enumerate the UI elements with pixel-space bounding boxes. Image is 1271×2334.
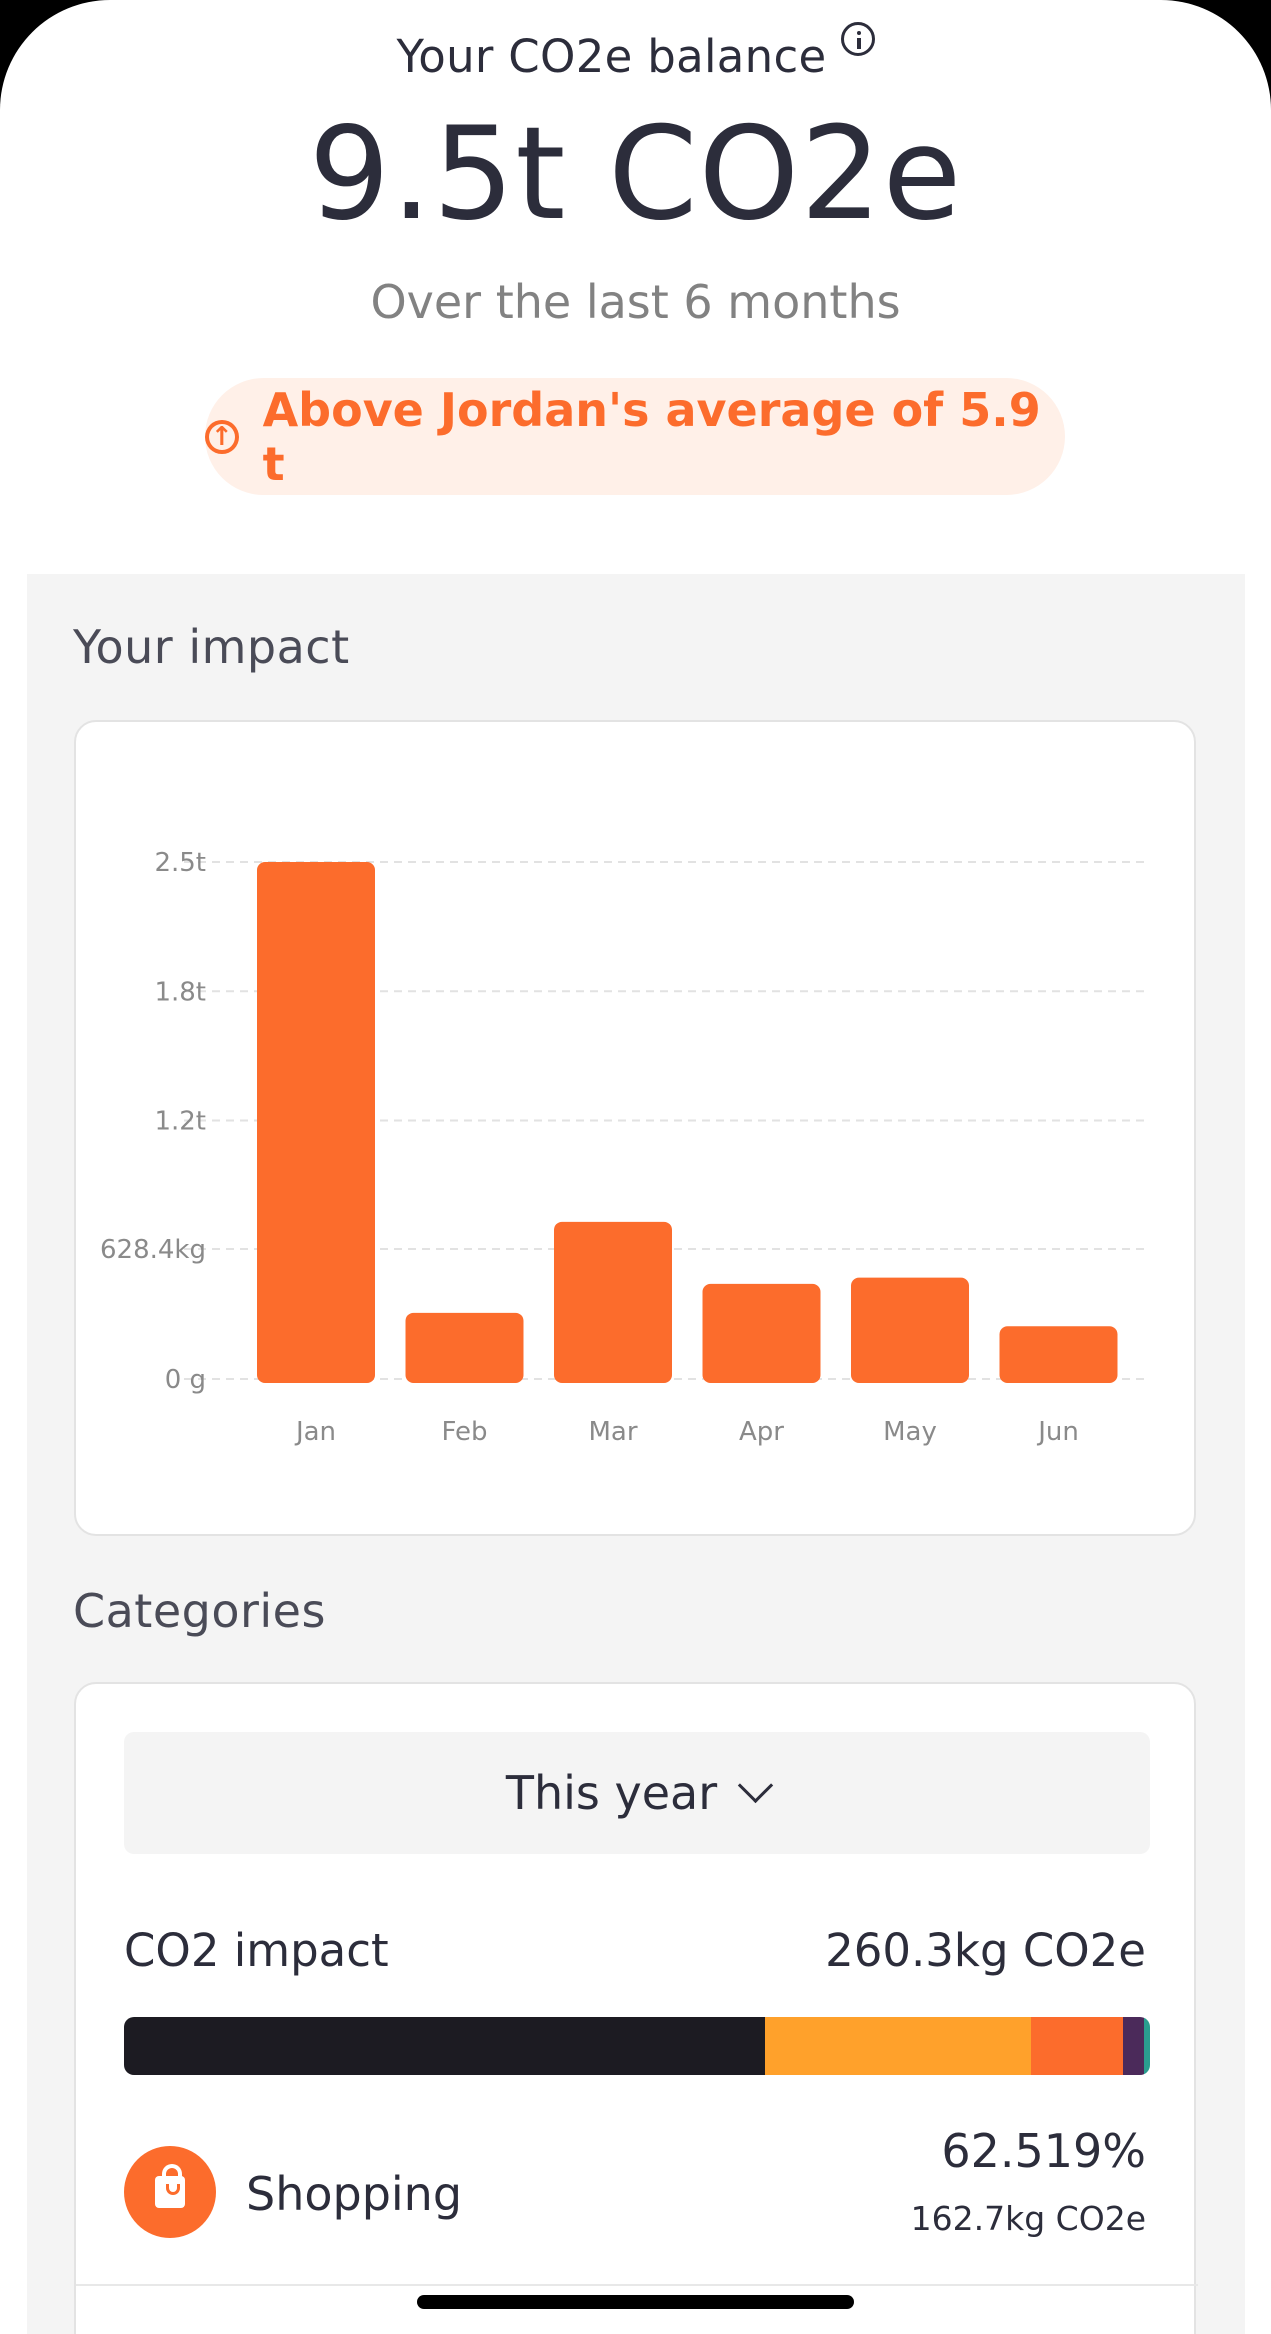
balance-value: 9.5t CO2e — [308, 100, 963, 249]
impact-bar-chart: 0 g 628.4kg 1.2t 1.8t 2.5t Jan Feb Mar Apr May Jun — [100, 848, 1144, 1447]
breakdown-segment — [124, 2017, 766, 2075]
category-name[interactable]: Shopping — [246, 2167, 462, 2221]
y-tick-label: 2.5t — [154, 848, 206, 878]
x-tick-label: Apr — [739, 1417, 784, 1447]
balance-title: Your CO2e balance — [396, 30, 827, 83]
breakdown-segment — [1123, 2017, 1144, 2075]
y-tick-label: 0 g — [165, 1365, 206, 1395]
impact-chart-card: 0 g 628.4kg 1.2t 1.8t 2.5t Jan Feb Mar Apr May Jun — [74, 720, 1196, 1536]
balance-title-row: Your CO2e balance — [0, 22, 1271, 83]
period-dropdown[interactable]: This year — [124, 1732, 1150, 1854]
arrow-up-icon: ↑ — [205, 419, 239, 454]
x-tick-label: Feb — [441, 1417, 487, 1447]
impact-section-title: Your impact — [73, 620, 350, 674]
y-tick-label: 628.4kg — [100, 1235, 206, 1265]
home-indicator[interactable] — [417, 2295, 854, 2309]
co2-impact-label: CO2 impact — [124, 1924, 389, 1977]
x-tick-label: Mar — [588, 1417, 637, 1447]
bar-may[interactable] — [851, 1277, 969, 1383]
bar-mar[interactable] — [554, 1221, 672, 1383]
co2-impact-value: 260.3kg CO2e — [825, 1924, 1146, 1977]
average-comparison-text: Above Jordan's average of 5.9 t — [262, 382, 1041, 491]
breakdown-segment — [1143, 2017, 1150, 2075]
chevron-down-icon — [737, 1767, 774, 1803]
screen: Your CO2e balance 9.5t CO2e Over the las… — [0, 0, 1271, 2334]
info-icon[interactable] — [840, 22, 875, 56]
y-tick-label: 1.2t — [154, 1107, 206, 1137]
balance-period: Over the last 6 months — [370, 275, 901, 329]
x-tick-label: Jan — [294, 1417, 336, 1447]
divider — [76, 2284, 1198, 2286]
breakdown-segment — [765, 2017, 1032, 2075]
x-tick-label: May — [883, 1417, 937, 1447]
breakdown-segment — [1031, 2017, 1124, 2075]
bar-feb[interactable] — [405, 1312, 524, 1383]
bar-jan[interactable] — [257, 862, 375, 1383]
average-comparison-badge: ↑ Above Jordan's average of 5.9 t — [205, 378, 1065, 495]
category-percent: 62.519% — [941, 2124, 1146, 2178]
bar-jun[interactable] — [999, 1326, 1118, 1383]
categories-section-title: Categories — [73, 1584, 326, 1638]
category-amount: 162.7kg CO2e — [910, 2199, 1146, 2238]
categories-card: This year CO2 impact 260.3kg CO2e Shoppi… — [74, 1682, 1198, 2334]
shopping-bag-icon — [124, 2146, 216, 2238]
bar-apr[interactable] — [702, 1283, 821, 1383]
co2-breakdown-bar — [124, 2017, 1150, 2075]
x-tick-label: Jun — [1036, 1417, 1079, 1447]
period-dropdown-label: This year — [505, 1766, 718, 1820]
y-tick-label: 1.8t — [154, 977, 206, 1007]
